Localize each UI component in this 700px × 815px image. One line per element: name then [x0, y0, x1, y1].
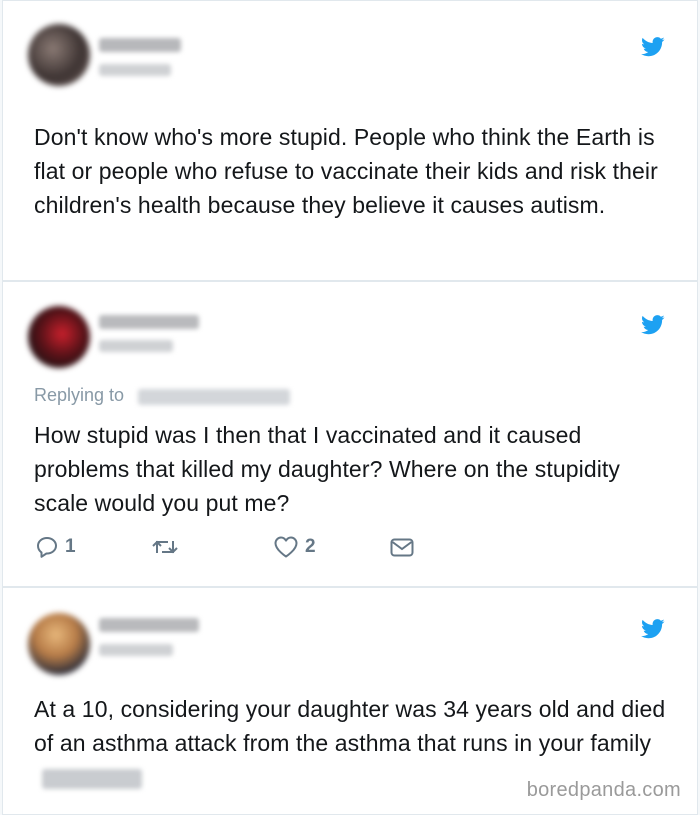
tweet-actions: 1 2 — [3, 532, 697, 562]
username[interactable] — [99, 315, 199, 329]
tweet-text: How stupid was I then that I vaccinated … — [34, 422, 621, 516]
username[interactable] — [99, 38, 181, 52]
replying-to-label: Replying to — [34, 385, 125, 405]
tweet-card[interactable]: At a 10, considering your daughter was 3… — [2, 587, 698, 815]
user-handle[interactable] — [99, 644, 173, 656]
like-count: 2 — [305, 536, 316, 557]
reply-icon — [37, 537, 57, 558]
user-handle[interactable] — [99, 64, 171, 76]
twitter-bird-icon — [641, 315, 665, 335]
tweet-card[interactable]: Replying to How stupid was I then that I… — [2, 281, 698, 587]
twitter-bird-icon — [641, 37, 665, 57]
watermark: boredpanda.com — [526, 779, 681, 801]
reply-target-handle[interactable] — [138, 389, 290, 405]
avatar[interactable] — [28, 24, 90, 86]
retweet-icon — [152, 540, 178, 554]
reply-count: 1 — [65, 536, 76, 557]
tweet-text: Don't know who's more stupid. People who… — [34, 124, 658, 218]
retweet-button[interactable] — [151, 535, 179, 559]
avatar[interactable] — [28, 613, 90, 675]
twitter-bird-icon — [641, 619, 665, 639]
direct-message-button[interactable] — [389, 535, 415, 559]
username[interactable] — [99, 618, 199, 632]
heart-icon — [274, 536, 298, 558]
blurred-emoji — [42, 768, 142, 789]
replying-to: Replying to — [34, 385, 124, 406]
tweet-text-content: At a 10, considering your daughter was 3… — [34, 696, 666, 756]
user-handle[interactable] — [99, 340, 173, 352]
like-button[interactable]: 2 — [273, 535, 316, 559]
tweet-card[interactable]: Don't know who's more stupid. People who… — [2, 0, 698, 281]
reply-button[interactable]: 1 — [35, 535, 76, 559]
mail-icon — [390, 538, 414, 557]
avatar[interactable] — [28, 306, 90, 368]
